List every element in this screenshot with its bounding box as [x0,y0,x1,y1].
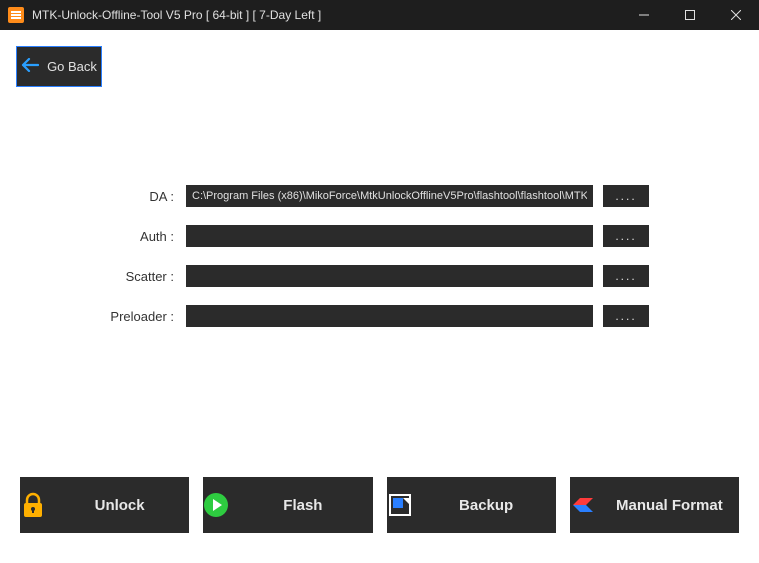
scatter-row: Scatter : .... [96,265,649,287]
auth-label: Auth : [96,229,176,244]
action-bar: Unlock Flash Backup Manual Format [20,477,739,533]
app-icon [8,7,24,23]
da-row: DA : .... [96,185,649,207]
maximize-button[interactable] [667,0,713,30]
auth-input[interactable] [186,225,593,247]
window-controls [621,0,759,30]
content-area: Go Back DA : .... Auth : .... Scatter : … [0,30,759,563]
flash-label: Flash [243,497,372,514]
manual-format-button[interactable]: Manual Format [570,477,739,533]
da-input[interactable] [186,185,593,207]
lock-icon [20,492,46,518]
go-back-button[interactable]: Go Back [16,46,102,87]
unlock-label: Unlock [60,497,189,514]
close-button[interactable] [713,0,759,30]
go-back-label: Go Back [47,59,97,74]
scatter-browse-button[interactable]: .... [603,265,649,287]
window-title: MTK-Unlock-Offline-Tool V5 Pro [ 64-bit … [32,8,321,22]
backup-button[interactable]: Backup [387,477,556,533]
play-icon [203,492,229,518]
flash-button[interactable]: Flash [203,477,372,533]
eraser-icon [570,492,596,518]
preloader-label: Preloader : [96,309,176,324]
preloader-input[interactable] [186,305,593,327]
minimize-button[interactable] [621,0,667,30]
auth-browse-button[interactable]: .... [603,225,649,247]
manual-format-label: Manual Format [610,497,739,514]
da-browse-button[interactable]: .... [603,185,649,207]
preloader-browse-button[interactable]: .... [603,305,649,327]
unlock-button[interactable]: Unlock [20,477,189,533]
scatter-label: Scatter : [96,269,176,284]
da-label: DA : [96,189,176,204]
auth-row: Auth : .... [96,225,649,247]
form-area: DA : .... Auth : .... Scatter : .... Pre… [96,185,649,345]
backup-label: Backup [427,497,556,514]
arrow-left-icon [21,58,39,75]
backup-icon [387,492,413,518]
titlebar: MTK-Unlock-Offline-Tool V5 Pro [ 64-bit … [0,0,759,30]
preloader-row: Preloader : .... [96,305,649,327]
scatter-input[interactable] [186,265,593,287]
